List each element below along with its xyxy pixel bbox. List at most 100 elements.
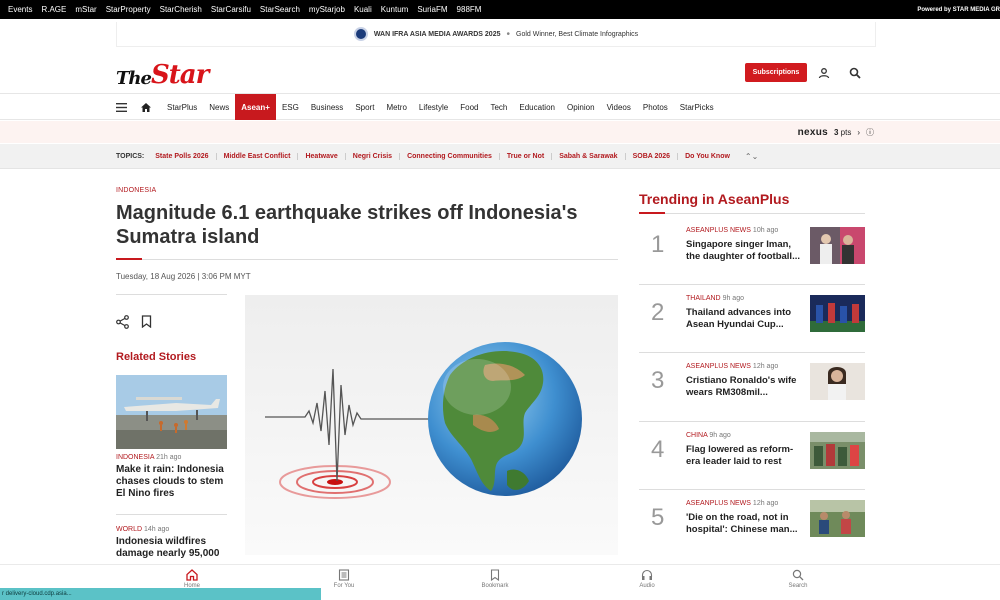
trending-separator [639,421,865,422]
related-story-tag[interactable]: INDONESIA [116,454,154,461]
trending-item[interactable]: 5 ASEANPLUS NEWS 12h ago 'Die on the roa… [639,489,865,557]
related-story-time: 21h ago [156,454,182,461]
expand-topics-icon[interactable]: ⌃⌄ [745,152,758,161]
share-icon[interactable] [116,315,130,329]
bottom-nav-search[interactable]: Search [768,569,828,589]
trending-headline[interactable]: Thailand advances into Asean Hyundai Cup… [686,307,804,331]
award-separator: • [506,28,510,40]
for-you-icon [338,569,350,581]
main-nav: StarPlus News Asean+ ESG Business Sport … [0,93,1000,120]
topic-link[interactable]: Connecting Communities [400,153,500,160]
search-icon[interactable] [848,66,862,80]
trending-time: 10h ago [752,227,779,234]
hamburger-menu-icon[interactable] [116,94,135,120]
nexus-strip: nexus 3 pts › ⓘ [0,121,1000,143]
network-link[interactable]: myStarjob [309,5,345,14]
network-link[interactable]: Kuntum [381,5,409,14]
chevron-right-icon[interactable]: › [857,128,860,137]
trending-item[interactable]: 1 ASEANPLUS NEWS 10h ago Singapore singe… [639,216,865,284]
related-story-title[interactable]: Make it rain: Indonesia chases clouds to… [116,464,228,500]
home-icon[interactable] [135,94,161,120]
nav-tech[interactable]: Tech [484,94,513,120]
trending-thumbnail[interactable] [810,363,865,400]
topic-link[interactable]: Heatwave [298,153,346,160]
headline-accent-rule [116,258,142,260]
nav-business[interactable]: Business [305,94,349,120]
trending-headline[interactable]: Cristiano Ronaldo's wife wears RM308mil.… [686,375,804,399]
bottom-nav-home[interactable]: Home [162,569,222,589]
nav-metro[interactable]: Metro [380,94,412,120]
info-icon[interactable]: ⓘ [866,127,874,138]
topic-link[interactable]: Negri Crisis [346,153,401,160]
trending-title: Trending in AseanPlus [639,191,790,207]
related-story-title[interactable]: Indonesia wildfires damage nearly 95,000 [116,536,228,560]
bottom-nav-label: For You [333,583,355,589]
trending-thumbnail[interactable] [810,500,865,537]
trending-item[interactable]: 4 CHINA 9h ago Flag lowered as reform-er… [639,421,865,489]
nav-sport[interactable]: Sport [349,94,380,120]
bottom-nav-bookmark[interactable]: Bookmark [465,569,525,589]
network-link[interactable]: mStar [75,5,96,14]
nav-news[interactable]: News [203,94,235,120]
bottom-nav-audio[interactable]: Audio [617,569,677,589]
nav-starplus[interactable]: StarPlus [161,94,203,120]
trending-item[interactable]: 3 ASEANPLUS NEWS 12h ago Cristiano Ronal… [639,352,865,420]
nexus-brand[interactable]: nexus [798,127,828,138]
trending-tag[interactable]: CHINA [686,432,707,439]
nav-videos[interactable]: Videos [601,94,637,120]
trending-meta: ASEANPLUS NEWS 12h ago [686,500,778,507]
trending-time: 12h ago [752,500,779,507]
article-section-tag[interactable]: INDONESIA [116,187,156,194]
trending-headline[interactable]: Flag lowered as reform-era leader laid t… [686,444,804,468]
related-story-meta: WORLD 14h ago [116,526,169,533]
trending-tag[interactable]: ASEANPLUS NEWS [686,363,751,370]
trending-headline[interactable]: Singapore singer Iman, the daughter of f… [686,239,804,263]
trending-thumbnail[interactable] [810,295,865,332]
trending-tag[interactable]: ASEANPLUS NEWS [686,500,751,507]
user-icon[interactable] [817,66,831,80]
trending-rank: 5 [651,504,665,531]
topic-link[interactable]: SOBA 2026 [626,153,679,160]
subscriptions-button[interactable]: Subscriptions [745,63,807,82]
topic-link[interactable]: True or Not [500,153,553,160]
trending-separator [639,489,865,490]
related-story-image[interactable] [116,375,227,449]
trending-headline[interactable]: 'Die on the road, not in hospital': Chin… [686,512,804,536]
network-link[interactable]: StarSearch [260,5,300,14]
the-star-logo[interactable]: The Star [116,55,209,89]
topic-link[interactable]: Do You Know [678,153,737,160]
trending-tag[interactable]: THAILAND [686,295,721,302]
trending-item[interactable]: 2 THAILAND 9h ago Thailand advances into… [639,284,865,352]
bottom-nav-label: Audio [639,583,655,589]
nav-education[interactable]: Education [513,94,561,120]
nav-asean-plus[interactable]: Asean+ [235,94,276,120]
network-link[interactable]: R.AGE [41,5,66,14]
award-banner[interactable]: WAN IFRA ASIA MEDIA AWARDS 2025 • Gold W… [116,22,876,47]
network-bar: Events R.AGE mStar StarProperty StarCher… [0,0,1000,19]
related-story-tag[interactable]: WORLD [116,526,142,533]
nav-opinion[interactable]: Opinion [561,94,601,120]
network-link[interactable]: Kuali [354,5,372,14]
trending-tag[interactable]: ASEANPLUS NEWS [686,227,751,234]
network-link[interactable]: StarProperty [106,5,151,14]
topic-link[interactable]: Sabah & Sarawak [552,153,626,160]
trending-separator [639,284,865,285]
nexus-points[interactable]: 3 pts [834,128,851,137]
topic-link[interactable]: Middle East Conflict [217,153,299,160]
network-link[interactable]: Events [8,5,32,14]
topics-bar: TOPICS: State Polls 2026 Middle East Con… [0,144,1000,169]
topic-link[interactable]: State Polls 2026 [148,153,217,160]
network-link[interactable]: 988FM [457,5,482,14]
network-link[interactable]: StarCherish [160,5,202,14]
nav-photos[interactable]: Photos [637,94,674,120]
trending-thumbnail[interactable] [810,227,865,264]
nav-lifestyle[interactable]: Lifestyle [413,94,454,120]
nav-esg[interactable]: ESG [276,94,305,120]
network-link[interactable]: SuriaFM [417,5,447,14]
bookmark-icon[interactable] [141,315,153,329]
nav-food[interactable]: Food [454,94,484,120]
trending-thumbnail[interactable] [810,432,865,469]
bottom-nav-for-you[interactable]: For You [314,569,374,589]
network-link[interactable]: StarCarsifu [211,5,251,14]
nav-starpicks[interactable]: StarPicks [674,94,720,120]
